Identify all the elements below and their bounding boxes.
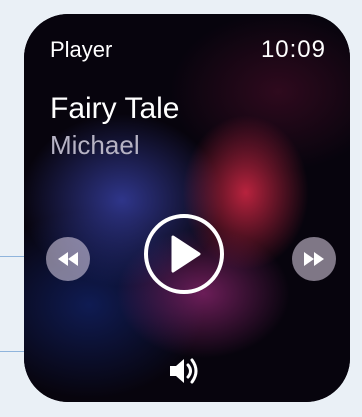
play-button[interactable] [144,214,224,294]
play-icon [171,235,201,273]
status-header: Player 10:09 [50,36,326,64]
app-title: Player [50,37,113,62]
volume-icon [170,358,198,384]
artist-name: Michael [50,130,140,160]
playback-controls [24,214,350,304]
song-title: Fairy Tale [50,92,180,125]
album-blur-background [24,14,350,402]
clock-time: 10:09 [260,36,326,63]
rewind-icon [58,252,78,266]
watch-screen: Player 10:09 Fairy Tale Michael [24,14,350,402]
rewind-button[interactable] [46,237,90,281]
fast-forward-button[interactable] [292,237,336,281]
fast-forward-icon [304,252,324,266]
volume-button[interactable] [167,356,203,386]
